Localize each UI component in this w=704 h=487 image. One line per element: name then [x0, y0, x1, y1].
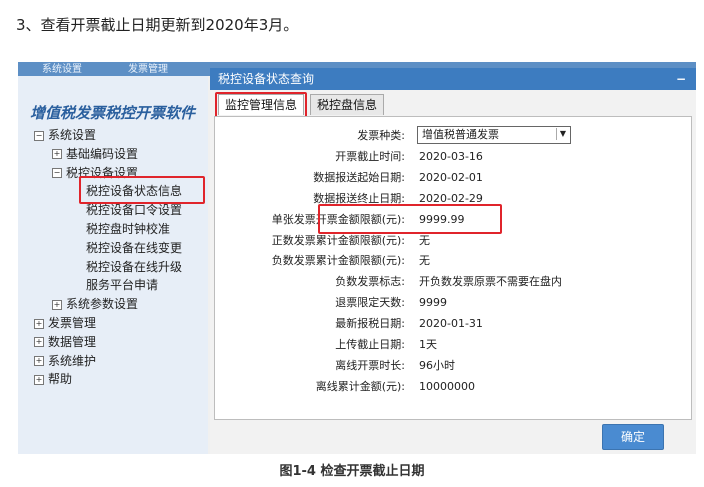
- info-value: 96小时: [419, 358, 455, 372]
- dialog-title-bar: 税控设备状态查询 −: [210, 68, 696, 90]
- nav-tree-label: 数据管理: [48, 334, 97, 349]
- device-status-dialog: 税控设备状态查询 − 监控管理信息 税控盘信息 发票种类: 增值税普通发票 ▼ 开票截…: [210, 68, 696, 454]
- expand-icon[interactable]: +: [34, 318, 44, 329]
- info-label: 负数发票累计金额限额(元):: [271, 254, 405, 268]
- info-label: 负数发票标志:: [335, 275, 405, 289]
- nav-tree-item[interactable]: + 发票管理: [34, 314, 96, 332]
- info-label: 离线开票时长:: [335, 358, 405, 372]
- step-instruction: 3、查看开票截止日期更新到2020年3月。: [16, 16, 299, 34]
- nav-tree-label: 系统参数设置: [66, 297, 139, 312]
- nav-tree-label: 发票管理: [48, 316, 97, 330]
- info-row: 发票种类: 增值税普通发票 ▼: [215, 126, 691, 145]
- nav-tree-item[interactable]: + 基础编码设置: [52, 145, 138, 163]
- info-row: 正数发票累计金额限额(元): 无: [215, 232, 691, 250]
- info-row: 负数发票累计金额限额(元): 无: [215, 252, 691, 270]
- nav-tree-item[interactable]: 税控盘时钟校准: [74, 220, 170, 238]
- dialog-title: 税控设备状态查询: [218, 72, 315, 86]
- info-label: 正数发票累计金额限额(元):: [271, 233, 405, 247]
- info-label: 数据报送起始日期:: [313, 170, 405, 184]
- expand-icon[interactable]: +: [34, 337, 44, 348]
- nav-tree-label: 帮助: [48, 372, 73, 387]
- info-row: 离线累计金额(元): 10000000: [215, 378, 691, 396]
- monitor-info-panel: 发票种类: 增值税普通发票 ▼ 开票截止时间: 2020-03-16 数据报送起始日期: 2…: [214, 116, 692, 420]
- tab-tax-disk-info[interactable]: 税控盘信息: [310, 94, 385, 115]
- nav-tree-label: 税控设备在线变更: [86, 240, 183, 255]
- info-value: 2020-01-31: [419, 317, 483, 331]
- nav-tree-label: 税控盘时钟校准: [86, 222, 171, 236]
- app-brand-title: 增值税发票税控开票软件: [30, 104, 196, 122]
- expand-icon[interactable]: +: [34, 356, 44, 367]
- info-row: 最新报税日期: 2020-01-31: [215, 315, 691, 333]
- dropdown-arrow-icon[interactable]: ▼: [556, 128, 569, 140]
- info-row: 负数发票标志: 开负数发票原票不需要在盘内: [215, 273, 691, 291]
- collapse-icon[interactable]: −: [52, 168, 62, 179]
- nav-tree-label: 基础编码设置: [66, 146, 139, 161]
- nav-tree-label: 系统维护: [48, 353, 97, 368]
- nav-tree-item[interactable]: − 系统设置: [34, 126, 96, 144]
- info-value: 2020-02-01: [419, 170, 483, 184]
- nav-tree-label: 系统设置: [48, 128, 97, 142]
- highlight-status-item: [79, 176, 205, 204]
- nav-tree-label: 税控设备口令设置: [86, 203, 183, 218]
- highlight-monitor-tab: [215, 92, 307, 119]
- info-value: 1天: [419, 338, 437, 351]
- menu-system-settings[interactable]: 系统设置: [42, 62, 82, 75]
- info-label: 退票限定天数:: [335, 296, 405, 310]
- navigation-panel: 增值税发票税控开票软件 − 系统设置 + 基础编码设置 − 税控设备设置 税控设备状态信息税…: [18, 76, 208, 454]
- info-label: 发票种类:: [357, 129, 405, 142]
- nav-tree-item[interactable]: + 数据管理: [34, 333, 96, 351]
- info-value: 9999: [419, 296, 447, 310]
- screenshot-frame: 系统设置 发票管理 增值税发票税控开票软件 − 系统设置 + 基础编码设置 − 税控设备设…: [18, 62, 696, 454]
- figure-caption: 图1-4 检查开票截止日期: [279, 464, 425, 479]
- nav-tree-item[interactable]: + 帮助: [34, 370, 72, 388]
- info-row: 开票截止时间: 2020-03-16: [215, 148, 691, 166]
- info-label: 开票截止时间:: [335, 149, 405, 163]
- collapse-icon[interactable]: −: [34, 130, 44, 141]
- info-value: 10000000: [419, 379, 475, 393]
- nav-tree-label: 税控设备在线升级: [86, 259, 183, 274]
- invoice-type-value: 增值税普通发票: [422, 128, 499, 141]
- nav-tree-item[interactable]: 服务平台申请: [74, 276, 158, 294]
- info-value: 开负数发票原票不需要在盘内: [419, 275, 562, 289]
- info-row: 上传截止日期: 1天: [215, 336, 691, 354]
- info-value: 2020-03-16: [419, 149, 483, 163]
- info-label: 离线累计金额(元):: [315, 379, 405, 393]
- info-row: 数据报送起始日期: 2020-02-01: [215, 169, 691, 187]
- info-row: 退票限定天数: 9999: [215, 294, 691, 312]
- info-label: 最新报税日期:: [335, 317, 405, 331]
- nav-tree-item[interactable]: 税控设备在线变更: [74, 239, 182, 257]
- invoice-type-select[interactable]: 增值税普通发票 ▼: [417, 126, 571, 144]
- info-label: 上传截止日期:: [335, 338, 405, 351]
- expand-icon[interactable]: +: [52, 299, 62, 310]
- info-value: 无: [419, 233, 430, 247]
- ok-button[interactable]: 确定: [602, 424, 664, 450]
- menu-invoice-management[interactable]: 发票管理: [128, 62, 168, 75]
- nav-tree-item[interactable]: + 系统参数设置: [52, 295, 138, 313]
- minimize-icon[interactable]: −: [676, 68, 686, 90]
- nav-tree-label: 服务平台申请: [86, 278, 159, 293]
- nav-tree-item[interactable]: 税控设备在线升级: [74, 258, 182, 276]
- expand-icon[interactable]: +: [52, 149, 62, 160]
- expand-icon[interactable]: +: [34, 374, 44, 385]
- info-row: 离线开票时长: 96小时: [215, 357, 691, 375]
- nav-tree-item[interactable]: + 系统维护: [34, 352, 96, 370]
- highlight-deadline: [318, 204, 502, 234]
- info-value: 无: [419, 254, 430, 268]
